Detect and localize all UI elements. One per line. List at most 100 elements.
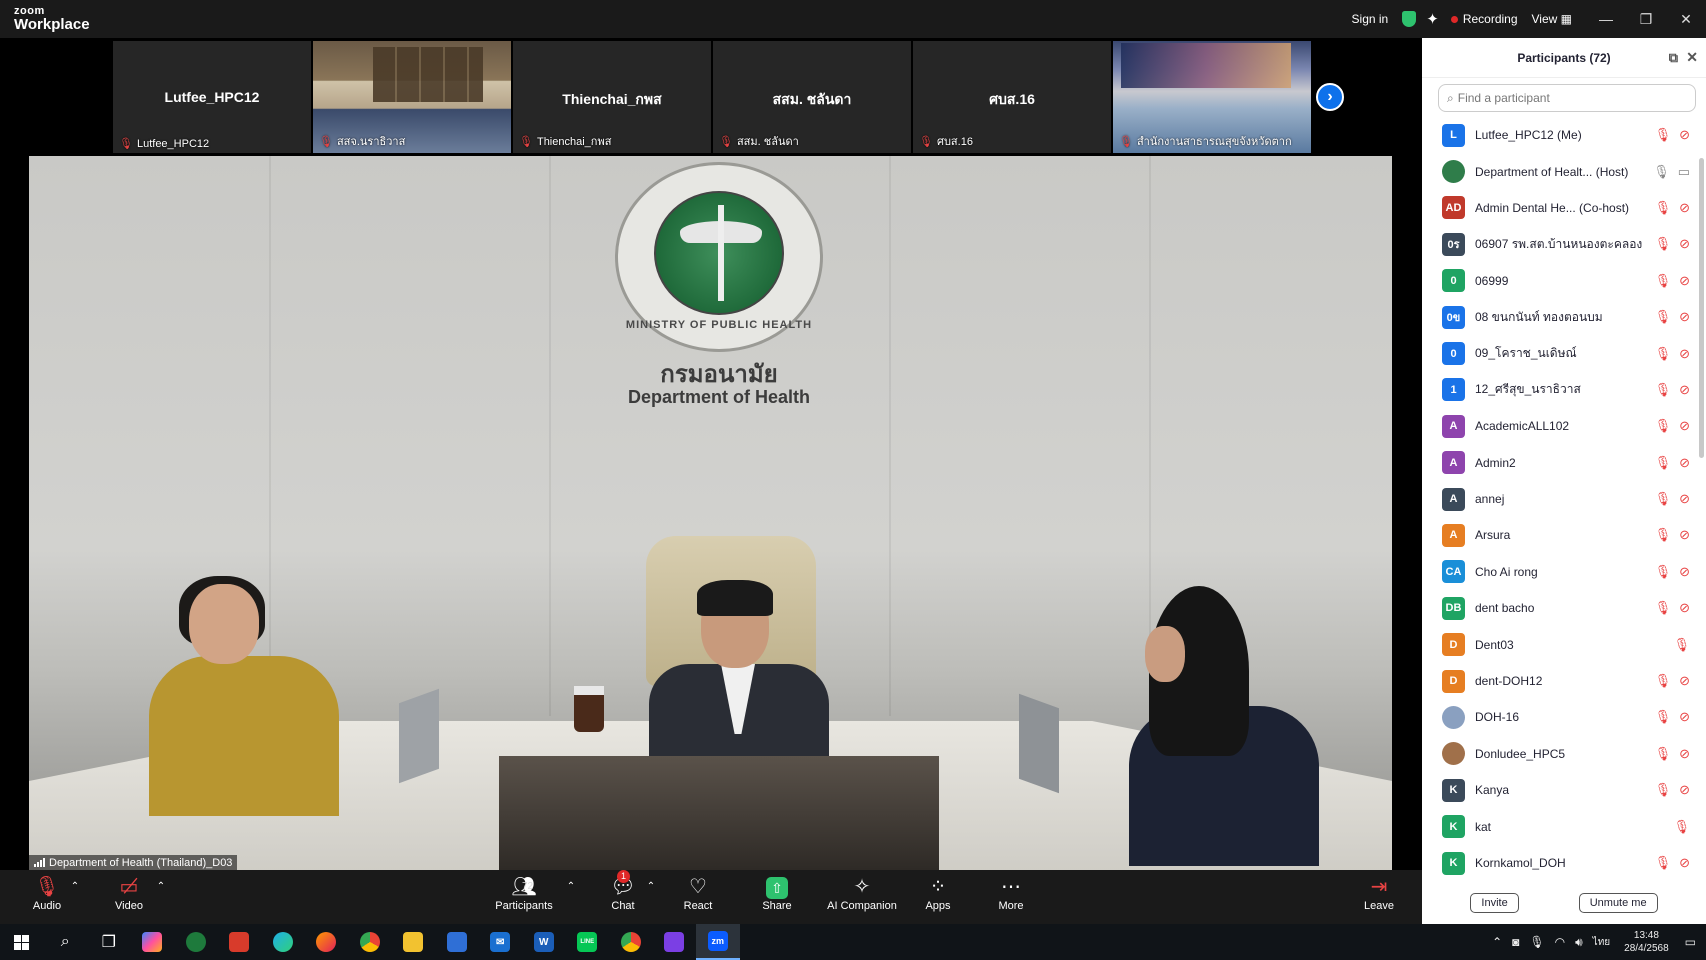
chrome-profile-icon[interactable] xyxy=(609,924,653,960)
participant-row[interactable]: 0ร 06907 รพ.สต.บ้านหนองตะคลอง 🎙︎ ⊘ xyxy=(1422,226,1692,262)
video-options-button[interactable]: ⌃ xyxy=(154,874,168,900)
line-icon[interactable]: LINE xyxy=(566,924,610,960)
chat-options-button[interactable]: ⌃ xyxy=(644,874,658,900)
participant-row[interactable]: Donludee_HPC5 🎙︎ ⊘ xyxy=(1422,736,1692,772)
participant-row[interactable]: A Arsura 🎙︎ ⊘ xyxy=(1422,517,1692,553)
right-laptop xyxy=(1019,693,1059,794)
clock[interactable]: 13:48 28/4/2568 xyxy=(1624,929,1669,955)
react-label: React xyxy=(683,900,713,912)
microphone-icon[interactable]: 🎙︎ xyxy=(1529,935,1544,949)
minimize-icon[interactable]: — xyxy=(1586,11,1626,27)
participant-avatar: K xyxy=(1442,778,1465,802)
share-button[interactable]: ⇧ Share xyxy=(760,874,794,912)
mail-icon[interactable]: ✉ xyxy=(479,924,523,960)
next-page-button[interactable]: › xyxy=(1316,83,1344,111)
thumbnail-display-name: ศบส.16 xyxy=(989,91,1035,107)
thumbnail-tile-video[interactable]: 🎙︎ สำนักงานสาธารณสุขจังหวัดตาก xyxy=(1113,41,1311,153)
chat-button[interactable]: 💬︎ 1 Chat xyxy=(605,870,641,912)
left-attendee-head xyxy=(189,584,259,664)
app-red-icon[interactable] xyxy=(218,924,262,960)
participant-row[interactable]: 1 12_ศรีสุข_นราธิวาส 🎙︎ ⊘ xyxy=(1422,372,1692,408)
encryption-shield-icon[interactable] xyxy=(1402,11,1417,27)
participant-row[interactable]: A AcademicALL102 🎙︎ ⊘ xyxy=(1422,408,1692,444)
unmute-me-button[interactable]: Unmute me xyxy=(1578,893,1658,913)
desk-front xyxy=(499,756,939,870)
video-button[interactable]: ▭̸ Video xyxy=(112,874,146,912)
participant-row[interactable]: 0 06999 🎙︎ ⊘ xyxy=(1422,263,1692,299)
file-explorer-icon[interactable] xyxy=(392,924,436,960)
ai-companion-icon: ✧ xyxy=(853,876,871,898)
right-attendee-face xyxy=(1145,626,1185,682)
invite-button[interactable]: Invite xyxy=(1470,893,1519,913)
main-speaker-video[interactable]: MINISTRY OF PUBLIC HEALTH กรมอนามัย Depa… xyxy=(29,156,1392,870)
thumbnail-tile[interactable]: สสม. ชลันดา 🎙︎ สสม. ชลันดา xyxy=(713,41,911,153)
participants-button[interactable]: 👥︎ 72 Participants xyxy=(492,874,556,912)
pop-out-icon[interactable]: ⧉ xyxy=(1669,50,1678,66)
apps-button[interactable]: ⁘ Apps xyxy=(922,874,954,912)
task-view-icon[interactable]: ❐ xyxy=(87,924,131,960)
leave-button[interactable]: ⇥ Leave xyxy=(1362,874,1396,912)
zoom-taskbar-icon[interactable]: zm xyxy=(696,924,740,960)
thumbnail-tile-video[interactable]: 🎙︎ สสจ.นราธิวาส xyxy=(313,41,511,153)
participant-row[interactable]: DOH-16 🎙︎ ⊘ xyxy=(1422,699,1692,735)
store-icon[interactable] xyxy=(435,924,479,960)
windows-start-icon[interactable] xyxy=(0,924,44,960)
thumbnail-label: ศบส.16 xyxy=(936,136,973,148)
video-off-icon: ⊘ xyxy=(1679,491,1690,507)
participant-row[interactable]: K Kornkamol_DOH 🎙︎ ⊘ xyxy=(1422,845,1692,881)
app-purple-icon[interactable] xyxy=(653,924,697,960)
participant-row[interactable]: Aannej 🎙︎ ⊘ xyxy=(1422,481,1692,517)
participants-options-button[interactable]: ⌃ xyxy=(564,874,578,900)
video-off-icon: ⊘ xyxy=(1679,673,1690,689)
react-button[interactable]: ♡ React xyxy=(680,874,716,912)
meeting-room-video xyxy=(1121,43,1291,88)
word-icon[interactable]: W xyxy=(522,924,566,960)
participant-row[interactable]: Ddent-DOH12 🎙︎ ⊘ xyxy=(1422,663,1692,699)
participant-row[interactable]: Kkat 🎙︎ xyxy=(1422,808,1692,844)
participant-row[interactable]: 0ข 08 ขนกนันท์ ทองตอนบม 🎙︎ ⊘ xyxy=(1422,299,1692,335)
app-green-icon[interactable] xyxy=(174,924,218,960)
close-icon[interactable]: ✕ xyxy=(1686,49,1698,66)
participant-row[interactable]: DB dent bacho 🎙︎ ⊘ xyxy=(1422,590,1692,626)
muted-microphone-icon: 🎙︎ xyxy=(1654,745,1672,761)
chevron-up-icon[interactable]: ⌃ xyxy=(1492,935,1502,949)
apps-icon: ⁘ xyxy=(929,876,947,898)
notifications-icon[interactable]: ▭ xyxy=(1685,935,1696,949)
restore-icon[interactable]: ❐ xyxy=(1626,11,1666,28)
close-window-icon[interactable]: ✕ xyxy=(1666,11,1706,28)
copilot-icon[interactable] xyxy=(131,924,175,960)
participant-row[interactable]: CA Cho Ai rong 🎙︎ ⊘ xyxy=(1422,554,1692,590)
participant-status-icons: 🎙︎ ⊘ xyxy=(1655,673,1690,689)
participant-status-icons: 🎙︎ ⊘ xyxy=(1655,709,1690,725)
recording-indicator[interactable]: Recording xyxy=(1450,12,1518,26)
camera-in-use-icon[interactable]: ◙ xyxy=(1512,935,1519,949)
participant-row[interactable]: D Dent03 🎙︎ xyxy=(1422,626,1692,662)
zoom-workplace-logo: zoom Workplace xyxy=(14,6,90,33)
wifi-icon[interactable]: ◠ xyxy=(1555,935,1565,949)
speaker-icon[interactable]: 🔊︎ xyxy=(1575,935,1583,950)
language-indicator[interactable]: ไทย xyxy=(1593,935,1610,950)
thumbnail-tile[interactable]: Thienchai_กพส 🎙︎ Thienchai_กพส xyxy=(513,41,711,153)
view-button[interactable]: View ▦ xyxy=(1532,12,1572,26)
search-icon[interactable]: ⌕ xyxy=(44,924,88,960)
audio-button[interactable]: 🎙︎ Audio xyxy=(30,874,64,912)
participant-row[interactable]: AD Admin Dental He... (Co-host) 🎙︎ ⊘ xyxy=(1422,190,1692,226)
participant-row[interactable]: 0 09_โคราช_นเดิษณ์ 🎙︎ ⊘ xyxy=(1422,335,1692,371)
thumbnail-tile[interactable]: Lutfee_HPC12 🎙︎ Lutfee_HPC12 xyxy=(113,41,311,153)
participant-list-scrollbar[interactable] xyxy=(1699,158,1704,458)
ai-sparkle-icon[interactable]: ✦ xyxy=(1426,10,1439,28)
participant-row[interactable]: K Kanya 🎙︎ ⊘ xyxy=(1422,772,1692,808)
participant-row[interactable]: L Lutfee_HPC12 (Me) 🎙︎ ⊘ xyxy=(1422,117,1692,153)
edge-icon[interactable] xyxy=(261,924,305,960)
more-button[interactable]: ⋯ More xyxy=(995,874,1027,912)
clock-date: 28/4/2568 xyxy=(1624,943,1669,954)
participant-row[interactable]: Department of Healt... (Host) 🎙︎ ▭ xyxy=(1422,153,1692,189)
ai-companion-button[interactable]: ✧ AI Companion xyxy=(826,874,898,912)
thumbnail-tile[interactable]: ศบส.16 🎙︎ ศบส.16 xyxy=(913,41,1111,153)
participant-search-input[interactable]: ⌕ Find a participant xyxy=(1438,84,1696,112)
chrome-icon[interactable] xyxy=(348,924,392,960)
firefox-icon[interactable] xyxy=(305,924,349,960)
audio-options-button[interactable]: ⌃ xyxy=(68,874,82,900)
participant-row[interactable]: A Admin2 🎙︎ ⊘ xyxy=(1422,445,1692,481)
sign-in-button[interactable]: Sign in xyxy=(1352,12,1389,26)
